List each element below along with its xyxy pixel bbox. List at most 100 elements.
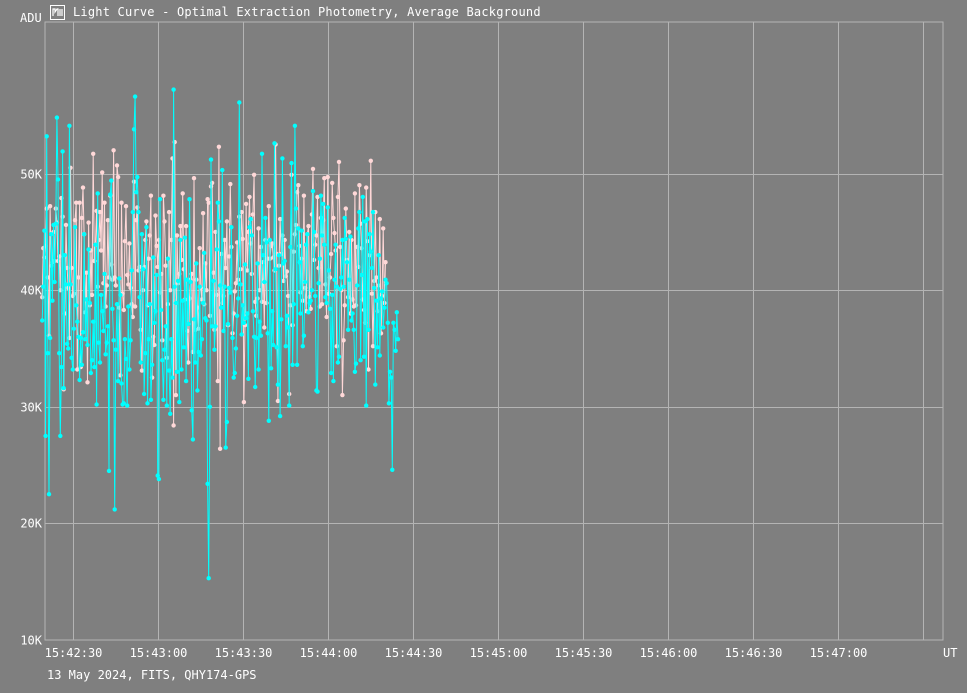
data-point <box>390 467 395 472</box>
data-point <box>123 204 129 209</box>
y-tick-label: 10K <box>20 634 42 648</box>
data-point <box>360 194 365 200</box>
data-point <box>323 295 328 300</box>
data-point <box>232 370 237 376</box>
data-point <box>125 272 130 278</box>
data-point <box>168 411 173 416</box>
x-axis-label: UT <box>943 646 957 660</box>
data-point <box>359 272 364 278</box>
data-point <box>174 233 180 238</box>
data-point <box>89 292 95 298</box>
data-point <box>59 364 64 370</box>
data-point <box>290 362 295 367</box>
data-point <box>378 296 384 301</box>
data-point <box>171 87 176 92</box>
data-point <box>241 399 247 405</box>
data-point <box>222 284 227 289</box>
data-point <box>190 437 196 442</box>
data-point <box>288 244 293 250</box>
data-point <box>357 209 362 215</box>
data-point <box>164 403 169 408</box>
data-point <box>324 314 329 320</box>
data-point <box>241 320 247 325</box>
data-point <box>139 232 145 237</box>
x-tick-label: 15:43:30 <box>215 646 273 660</box>
data-point <box>342 215 347 221</box>
data-point <box>350 311 355 316</box>
data-point <box>230 335 235 341</box>
data-point <box>308 298 313 303</box>
data-point <box>44 134 49 139</box>
data-point <box>351 327 356 332</box>
data-point <box>228 181 233 187</box>
data-point <box>94 402 99 407</box>
data-point <box>233 346 239 351</box>
data-point <box>132 304 138 309</box>
data-point <box>364 185 369 190</box>
data-point <box>347 229 352 235</box>
data-point <box>275 398 281 404</box>
data-point <box>118 292 123 298</box>
data-point <box>375 345 380 350</box>
data-point <box>137 295 142 300</box>
data-point <box>330 292 335 298</box>
data-point <box>119 200 124 205</box>
data-point <box>117 276 122 281</box>
data-point <box>232 289 237 294</box>
data-point <box>66 346 71 351</box>
data-point <box>231 375 236 380</box>
data-point <box>369 265 375 271</box>
data-point <box>242 262 248 267</box>
data-point <box>71 326 77 331</box>
data-point <box>211 278 216 284</box>
x-tick-label: 15:44:00 <box>300 646 358 660</box>
data-point <box>339 275 344 280</box>
data-point <box>368 158 373 163</box>
data-point <box>57 254 62 259</box>
data-point <box>361 354 367 359</box>
data-point <box>205 481 210 486</box>
data-point <box>226 285 232 291</box>
data-point <box>259 151 265 156</box>
data-point <box>115 174 121 180</box>
data-point <box>341 284 346 289</box>
data-point <box>391 320 396 325</box>
data-point <box>126 304 131 309</box>
data-point <box>240 303 245 308</box>
data-point <box>146 337 151 342</box>
x-tick-label: 15:45:30 <box>555 646 613 660</box>
data-point <box>131 179 137 184</box>
data-point <box>284 269 290 274</box>
data-point <box>260 253 266 258</box>
data-point <box>266 204 271 209</box>
data-point <box>171 423 176 428</box>
data-point <box>325 174 330 180</box>
data-point <box>272 141 277 146</box>
data-point <box>273 267 278 272</box>
data-point <box>249 233 254 238</box>
data-point <box>215 378 220 384</box>
data-point <box>60 149 65 154</box>
data-point <box>220 167 225 173</box>
data-point <box>55 177 61 182</box>
data-point <box>322 242 327 247</box>
data-point <box>284 313 290 318</box>
data-point <box>296 183 301 188</box>
data-point <box>236 296 241 301</box>
data-point <box>336 159 342 165</box>
data-point <box>191 317 197 322</box>
data-point <box>289 160 294 166</box>
data-point <box>237 100 242 105</box>
data-point <box>381 226 386 231</box>
data-point <box>46 492 52 497</box>
data-point <box>223 265 228 271</box>
data-point <box>97 360 103 365</box>
data-point <box>97 209 103 215</box>
data-point <box>129 268 134 273</box>
data-point <box>112 507 117 512</box>
data-point <box>85 342 90 348</box>
light-curve-chart[interactable]: ADU UT 10K20K30K40K50K 15:42:30 15:43:00 1… <box>0 0 967 693</box>
data-point <box>250 212 256 217</box>
data-point <box>103 352 108 357</box>
data-point <box>343 206 348 211</box>
